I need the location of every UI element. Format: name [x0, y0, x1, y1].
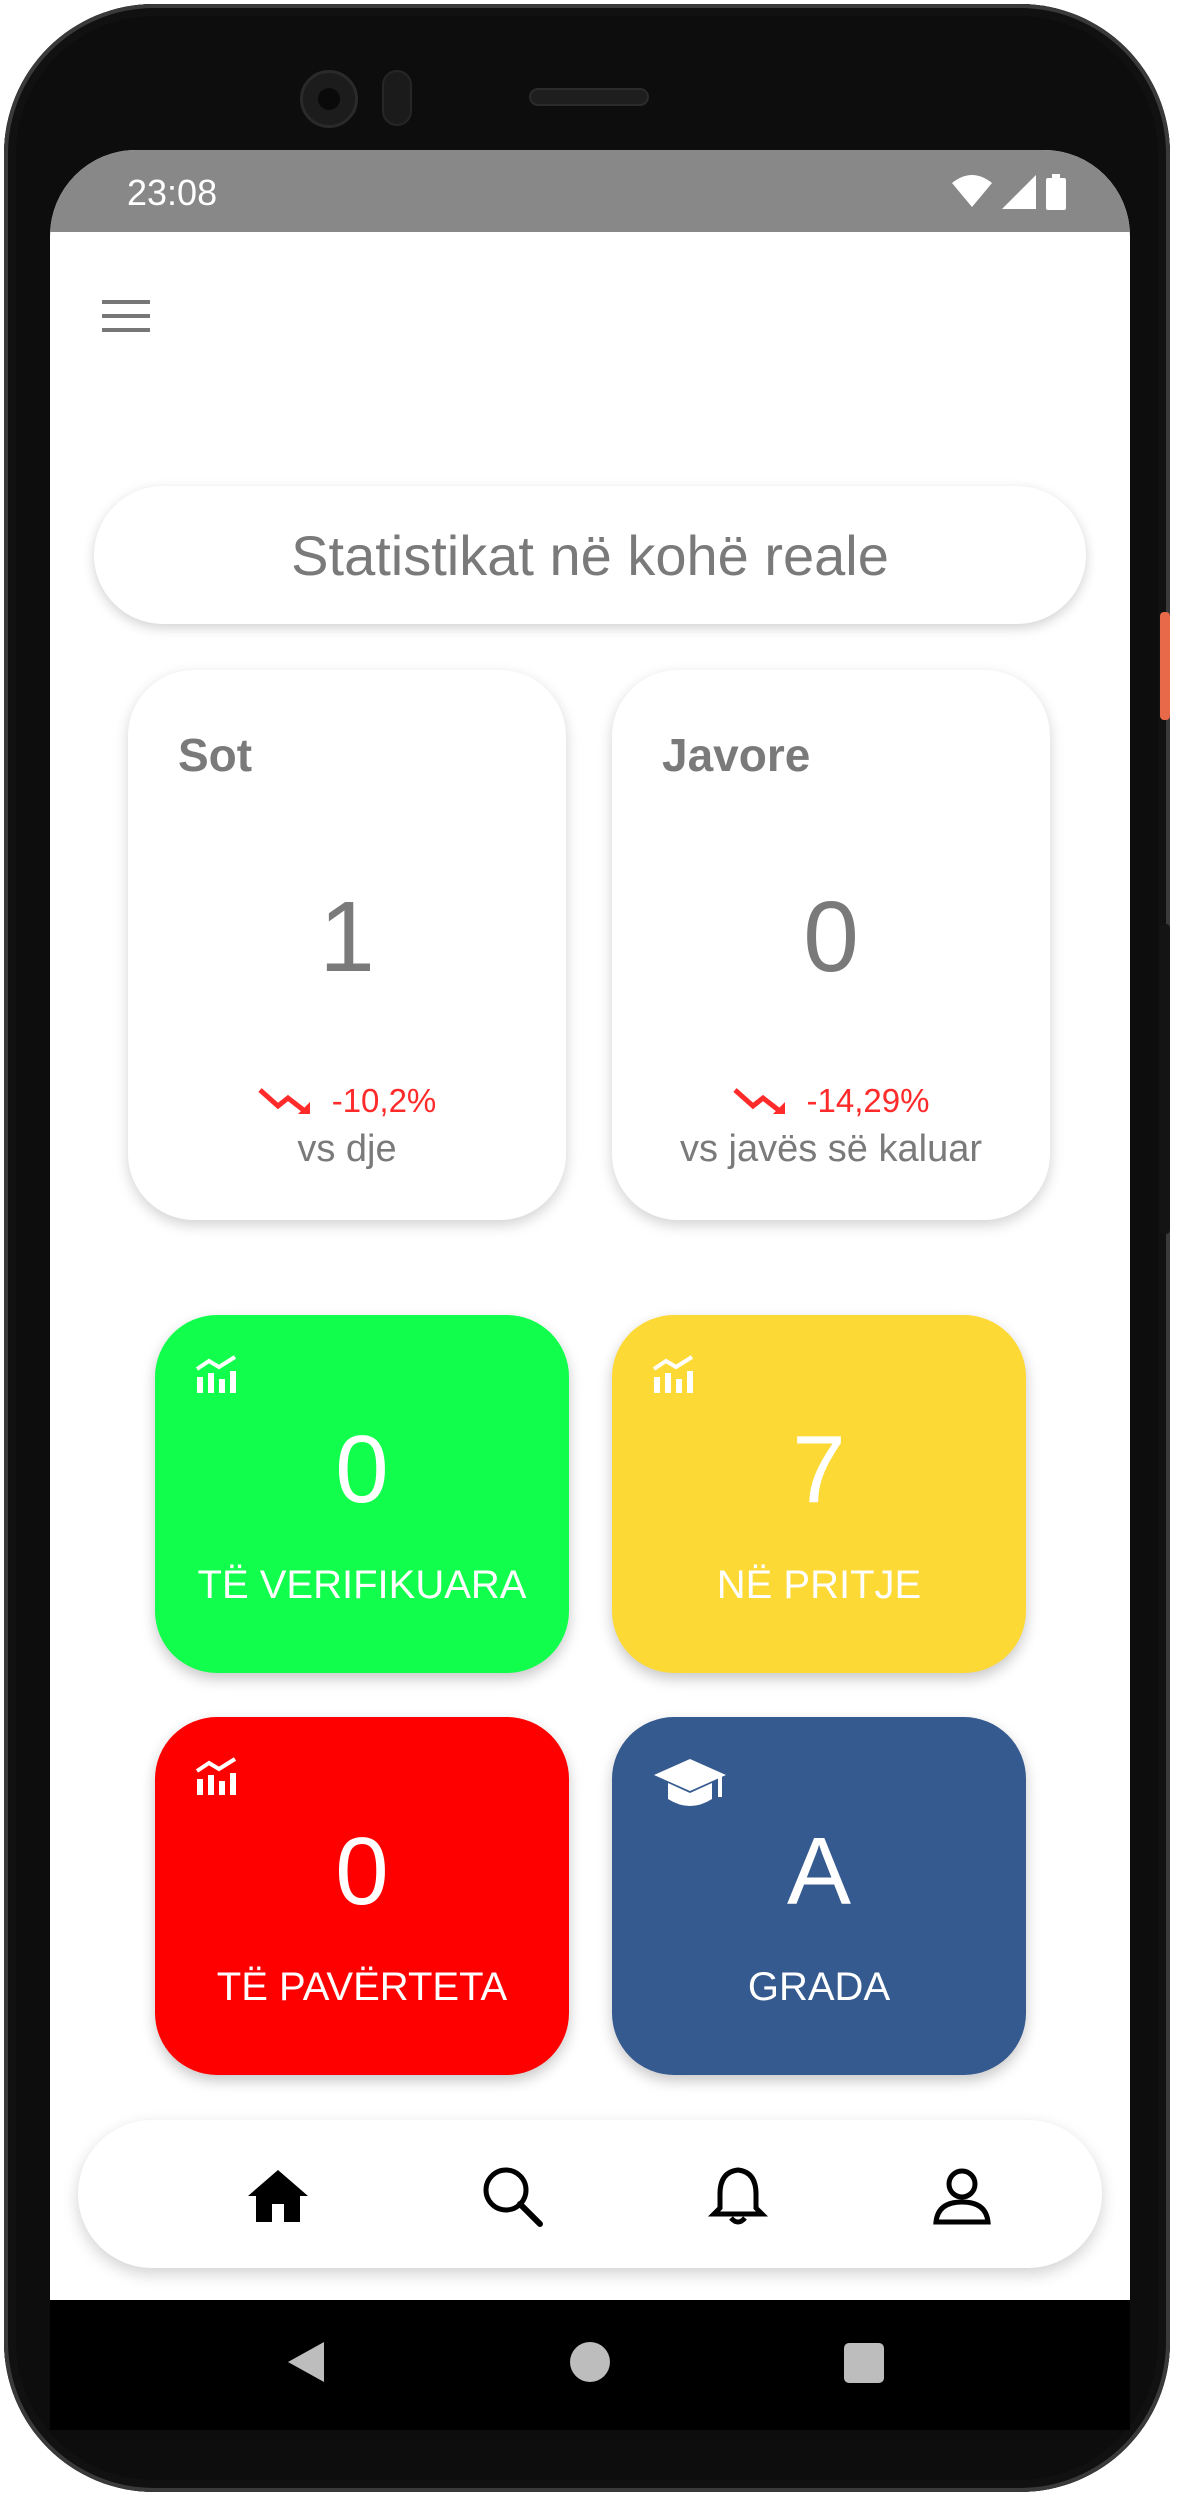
nav-home[interactable] [246, 2164, 310, 2228]
nav-notifications[interactable] [706, 2164, 770, 2228]
user-icon [933, 2168, 991, 2225]
chart-icon [195, 1757, 237, 1795]
tile-value: A [786, 1818, 852, 1925]
page-title-pill: Statistikat në kohë reale [94, 486, 1086, 624]
stat-title: Sot [178, 729, 253, 781]
wifi-icon [952, 175, 992, 207]
tile-label: GRADA [747, 1965, 891, 2009]
tile-label: NË PRITJE [716, 1563, 922, 1607]
bell-icon [707, 2167, 769, 2225]
tile-value: 7 [792, 1416, 846, 1523]
phone-frame: 23:08 Statistikat në kohë reale Sot 1 -1… [4, 4, 1170, 2492]
power-button[interactable] [1160, 612, 1170, 720]
tile-value: 0 [335, 1818, 389, 1925]
stat-value: 0 [803, 881, 859, 993]
chart-icon [195, 1355, 237, 1393]
signal-icon [1002, 175, 1036, 209]
back-icon[interactable] [286, 2340, 326, 2384]
earpiece-speaker [529, 88, 649, 106]
tile-value: 0 [335, 1416, 389, 1523]
tile-verified[interactable]: 0 TË VERIFIKUARA [155, 1315, 569, 1673]
tile-label: TË PAVËRTETA [216, 1965, 508, 2009]
nav-search[interactable] [480, 2164, 544, 2228]
tile-grade[interactable]: A GRADA [612, 1717, 1026, 2075]
status-icons [952, 174, 1066, 210]
status-time: 23:08 [127, 172, 218, 213]
hamburger-icon [102, 300, 150, 332]
system-nav-bar [50, 2300, 1130, 2430]
stat-change-value: -10,2% [331, 1082, 437, 1119]
tile-pending[interactable]: 7 NË PRITJE [612, 1315, 1026, 1673]
stat-comparison: vs javës së kaluar [679, 1128, 982, 1170]
proximity-sensor [382, 70, 412, 126]
page-title: Statistikat në kohë reale [291, 523, 889, 587]
tile-false[interactable]: 0 TË PAVËRTETA [155, 1717, 569, 2075]
hamburger-menu-button[interactable] [96, 286, 156, 346]
stat-value: 1 [319, 881, 375, 993]
recent-apps-icon[interactable] [844, 2343, 884, 2383]
front-camera [300, 70, 358, 128]
volume-button[interactable] [1160, 924, 1170, 1234]
stat-change: -14,29% [612, 1082, 1050, 1120]
search-icon [483, 2167, 543, 2227]
home-button-icon[interactable] [570, 2342, 610, 2382]
stat-card-today: Sot 1 -10,2% vs dje [128, 670, 566, 1220]
home-icon [248, 2170, 308, 2222]
stat-card-weekly: Javore 0 -14,29% vs javës së kaluar [612, 670, 1050, 1220]
stat-comparison: vs dje [297, 1128, 397, 1170]
battery-icon [1046, 174, 1066, 210]
trend-down-icon [258, 1088, 310, 1114]
status-bar: 23:08 [50, 150, 1130, 232]
chart-icon [652, 1355, 694, 1393]
stat-change-value: -14,29% [806, 1082, 930, 1119]
app-screen: 23:08 Statistikat në kohë reale Sot 1 -1… [50, 150, 1130, 2300]
stat-title: Javore [662, 729, 811, 781]
trend-down-icon [732, 1088, 785, 1114]
bottom-nav [78, 2120, 1102, 2268]
nav-profile[interactable] [930, 2164, 994, 2228]
tile-label: TË VERIFIKUARA [197, 1563, 527, 1607]
graduation-cap-icon [654, 1759, 726, 1806]
stat-change: -10,2% [128, 1082, 566, 1120]
